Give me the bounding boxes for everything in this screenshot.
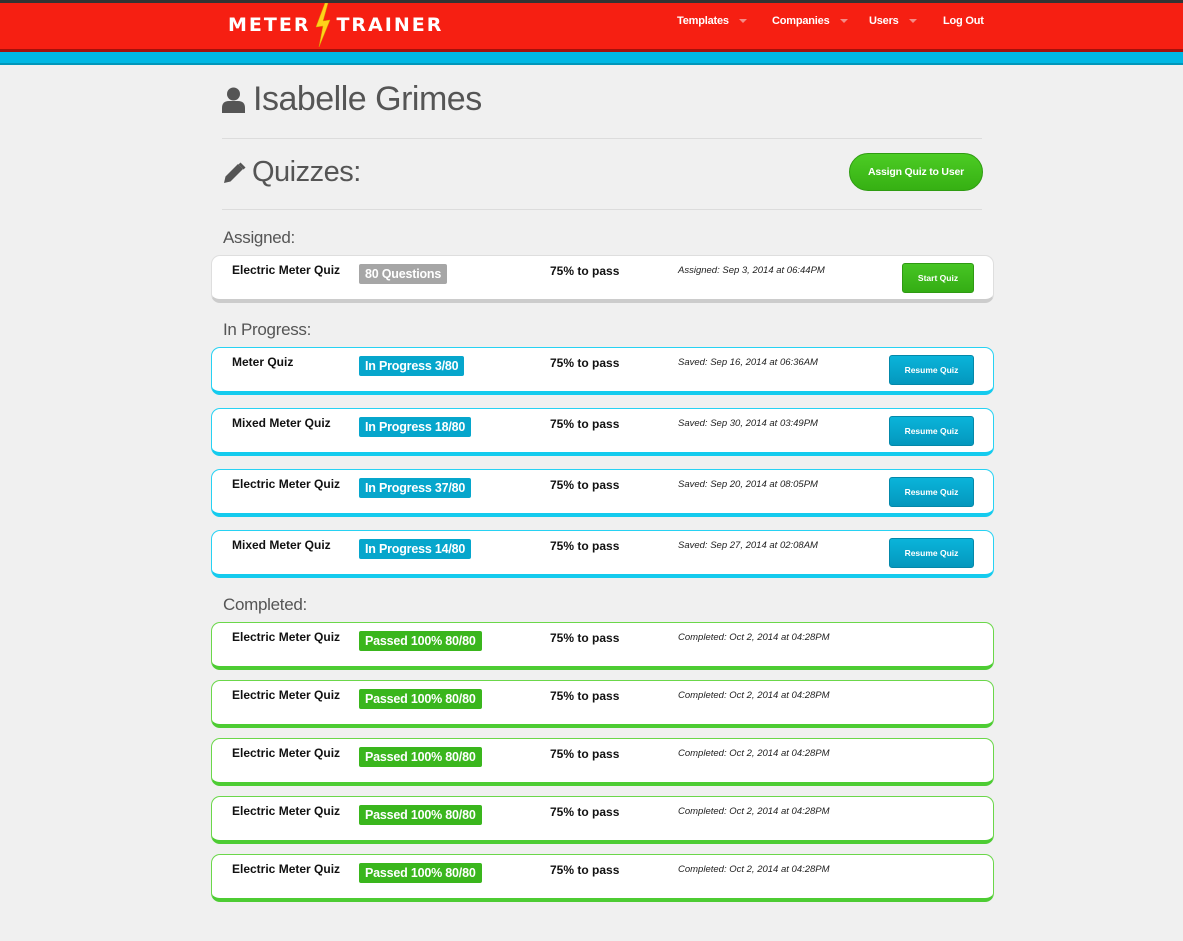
result-badge: Passed 100% 80/80 [359, 689, 482, 709]
quiz-card-assigned: Electric Meter Quiz 80 Questions 75% to … [211, 255, 994, 303]
result-badge: Passed 100% 80/80 [359, 747, 482, 767]
completed-date: Completed: Oct 2, 2014 at 04:28PM [678, 864, 830, 875]
nav-logout-label: Log Out [943, 15, 984, 27]
page-title: Isabelle Grimes [222, 80, 482, 119]
progress-badge: In Progress 18/80 [359, 417, 472, 437]
result-badge: Passed 100% 80/80 [359, 863, 482, 883]
progress-badge: In Progress 37/80 [359, 478, 472, 498]
lightning-bolt-icon [316, 3, 331, 47]
pass-threshold: 75% to pass [550, 356, 620, 370]
nav-logout[interactable]: Log Out [943, 15, 984, 27]
quiz-name: Electric Meter Quiz [232, 477, 341, 491]
resume-quiz-button[interactable]: Resume Quiz [889, 538, 974, 568]
quiz-name: Electric Meter Quiz [232, 263, 341, 277]
quiz-card-completed: Electric Meter Quiz Passed 100% 80/80 75… [211, 622, 994, 670]
pass-threshold: 75% to pass [550, 264, 620, 278]
nav-templates-label: Templates [677, 15, 729, 27]
quiz-name: Electric Meter Quiz [232, 746, 341, 760]
caret-down-icon [738, 19, 747, 23]
quiz-name: Mixed Meter Quiz [232, 416, 331, 430]
quizzes-heading: Quizzes: [222, 156, 361, 189]
assign-quiz-button[interactable]: Assign Quiz to User [849, 153, 983, 191]
nav-templates[interactable]: Templates [677, 15, 747, 27]
section-completed-label: Completed: [223, 595, 307, 614]
resume-quiz-button[interactable]: Resume Quiz [889, 355, 974, 385]
completed-date: Completed: Oct 2, 2014 at 04:28PM [678, 690, 830, 701]
quiz-name: Electric Meter Quiz [232, 804, 341, 818]
quiz-card-completed: Electric Meter Quiz Passed 100% 80/80 75… [211, 854, 994, 902]
result-badge: Passed 100% 80/80 [359, 631, 482, 651]
quiz-name: Electric Meter Quiz [232, 862, 341, 876]
user-icon [222, 87, 245, 113]
accent-band [0, 52, 1183, 65]
caret-down-icon [839, 19, 848, 23]
result-badge: Passed 100% 80/80 [359, 805, 482, 825]
quiz-card-completed: Electric Meter Quiz Passed 100% 80/80 75… [211, 680, 994, 728]
caret-down-icon [908, 19, 917, 23]
question-count-badge: 80 Questions [359, 264, 448, 284]
quiz-name: Meter Quiz [232, 355, 294, 369]
saved-date: Saved: Sep 16, 2014 at 06:36AM [678, 357, 818, 368]
saved-date: Saved: Sep 20, 2014 at 08:05PM [678, 479, 818, 490]
quiz-name: Mixed Meter Quiz [232, 538, 331, 552]
pass-threshold: 75% to pass [550, 747, 620, 761]
quiz-card-in-progress: Mixed Meter Quiz In Progress 14/80 75% t… [211, 530, 994, 578]
quiz-card-in-progress: Mixed Meter Quiz In Progress 18/80 75% t… [211, 408, 994, 456]
nav-companies-label: Companies [772, 15, 830, 27]
user-name: Isabelle Grimes [253, 80, 482, 118]
pass-threshold: 75% to pass [550, 478, 620, 492]
logo-text-right: TRAINER [336, 14, 444, 36]
divider [222, 209, 982, 210]
quiz-name: Electric Meter Quiz [232, 630, 341, 644]
quizzes-title: Quizzes: [252, 156, 361, 188]
quiz-name: Electric Meter Quiz [232, 688, 341, 702]
pass-threshold: 75% to pass [550, 805, 620, 819]
pass-threshold: 75% to pass [550, 689, 620, 703]
progress-badge: In Progress 14/80 [359, 539, 472, 559]
quiz-card-in-progress: Meter Quiz In Progress 3/80 75% to pass … [211, 347, 994, 395]
pass-threshold: 75% to pass [550, 863, 620, 877]
completed-date: Completed: Oct 2, 2014 at 04:28PM [678, 632, 830, 643]
logo[interactable]: METER TRAINER [228, 3, 444, 47]
nav-users-label: Users [869, 15, 899, 27]
nav-users[interactable]: Users [869, 15, 917, 27]
progress-badge: In Progress 3/80 [359, 356, 465, 376]
section-assigned-label: Assigned: [223, 228, 295, 247]
quiz-card-completed: Electric Meter Quiz Passed 100% 80/80 75… [211, 796, 994, 844]
section-in-progress-label: In Progress: [223, 320, 312, 339]
completed-date: Completed: Oct 2, 2014 at 04:28PM [678, 806, 830, 817]
pass-threshold: 75% to pass [550, 539, 620, 553]
resume-quiz-button[interactable]: Resume Quiz [889, 477, 974, 507]
saved-date: Saved: Sep 30, 2014 at 03:49PM [678, 418, 818, 429]
quiz-card-in-progress: Electric Meter Quiz In Progress 37/80 75… [211, 469, 994, 517]
assigned-date: Assigned: Sep 3, 2014 at 06:44PM [678, 265, 825, 276]
resume-quiz-button[interactable]: Resume Quiz [889, 416, 974, 446]
nav-companies[interactable]: Companies [772, 15, 848, 27]
quiz-card-completed: Electric Meter Quiz Passed 100% 80/80 75… [211, 738, 994, 786]
pass-threshold: 75% to pass [550, 417, 620, 431]
start-quiz-button[interactable]: Start Quiz [902, 263, 974, 293]
logo-text-left: METER [228, 14, 311, 36]
saved-date: Saved: Sep 27, 2014 at 02:08AM [678, 540, 818, 551]
completed-date: Completed: Oct 2, 2014 at 04:28PM [678, 748, 830, 759]
pencil-icon [224, 162, 246, 183]
divider [222, 138, 982, 139]
top-navbar [0, 0, 1183, 52]
pass-threshold: 75% to pass [550, 631, 620, 645]
